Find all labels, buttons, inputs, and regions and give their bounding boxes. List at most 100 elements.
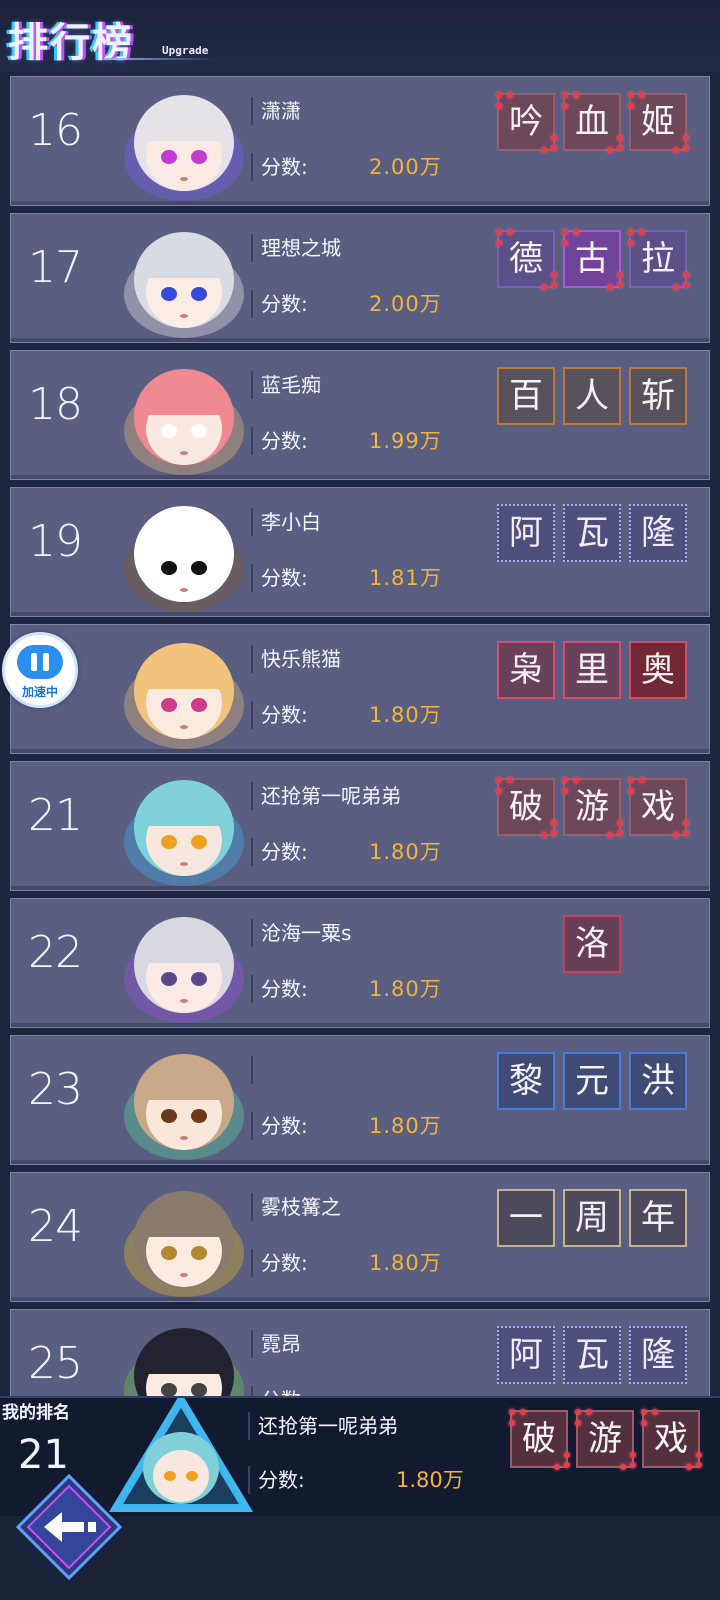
title-badge: 游 (562, 777, 623, 838)
back-button[interactable] (14, 1472, 124, 1582)
leaderboard-row[interactable]: 22 沧海一粟s 分数: 1.80万 洛 (10, 898, 710, 1028)
title-badges: 百人斩 (497, 367, 687, 427)
badge-dot (617, 135, 623, 141)
rank-number: 21 (28, 790, 83, 841)
rank-number: 18 (28, 379, 83, 430)
title-badge: 破 (496, 777, 557, 838)
title-badge: 斩 (629, 367, 687, 425)
title-badges: 黎元洪 (497, 1052, 687, 1112)
player-name: 还抢第一呢弟弟 (251, 782, 401, 810)
badge-dot (617, 820, 623, 826)
badge-dot (683, 272, 689, 278)
player-avatar (99, 216, 269, 340)
badge-dot (641, 1409, 647, 1415)
leaderboard-list[interactable]: 16 潇潇 分数: 2.00万吟血姬 17 理想之城 分数: 2.00万德古拉 18 蓝毛痴 分数:… (0, 72, 720, 1396)
score-label: 分数: (251, 701, 308, 729)
badge-dot (551, 830, 557, 836)
badge-dot (551, 145, 557, 151)
badge-dot (683, 282, 689, 288)
player-avatar (99, 1312, 269, 1396)
badge-dot (507, 229, 513, 235)
rank-number: 23 (28, 1064, 83, 1115)
badge-dot (628, 788, 634, 794)
title-badge: 里 (563, 641, 621, 699)
title-badge: 枭 (497, 641, 555, 699)
my-score-value: 1.80万 (396, 1468, 464, 1492)
title-badge: 血 (562, 92, 623, 153)
badge-dot (496, 788, 502, 794)
title-badge: 吟 (496, 92, 557, 153)
player-name: 李小白 (251, 508, 321, 536)
badge-dot (496, 777, 502, 783)
my-title-badges: 破游戏 (509, 1409, 702, 1470)
score-label: 分数: (251, 975, 308, 1003)
badge-dot (562, 240, 568, 246)
score-value: 1.80万 (369, 1114, 442, 1138)
title-badge: 瓦 (563, 504, 621, 562)
leaderboard-row[interactable]: 24 雾枝篝之 分数: 1.80万 一周年 (10, 1172, 710, 1302)
title-badge: 洛 (563, 915, 621, 973)
player-avatar (99, 1038, 269, 1162)
badge-dot (630, 1462, 636, 1468)
leaderboard-row[interactable]: 18 蓝毛痴 分数: 1.99万 百人斩 (10, 350, 710, 480)
badge-dot (652, 1409, 658, 1415)
score-value: 1.80万 (369, 977, 442, 1001)
player-name: 蓝毛痴 (251, 371, 321, 399)
player-name: 理想之城 (251, 234, 341, 262)
score-label: 分数: (251, 153, 308, 181)
speed-up-label: 加速中 (21, 685, 58, 699)
badge-dot (628, 229, 634, 235)
badge-dot (686, 1464, 692, 1470)
badge-dot (673, 147, 679, 153)
player-avatar (99, 490, 269, 614)
leaderboard-row[interactable]: 25 霓昂分数: 阿瓦隆 (10, 1309, 710, 1396)
rank-number: 24 (28, 1201, 83, 1252)
leaderboard-row[interactable]: 17 理想之城 分数: 2.00万 德古拉 (10, 213, 710, 343)
badge-dot (628, 103, 634, 109)
title-badges: 德古拉 (496, 229, 689, 290)
title-badges: 洛 (563, 915, 621, 975)
my-rank-label: 我的排名 (2, 1403, 70, 1423)
my-score-label: 分数: (248, 1466, 305, 1494)
badge-dot (617, 282, 623, 288)
badge-dot (607, 832, 613, 838)
leaderboard-row[interactable]: 快乐熊猫 分数: 1.80万 枭里奥 (10, 624, 710, 754)
leaderboard-row[interactable]: 23 分数: 1.80万 黎元洪 (10, 1035, 710, 1165)
rank-number: 17 (28, 242, 83, 293)
badge-dot (496, 240, 502, 246)
title-underline (104, 58, 214, 60)
rank-number: 16 (28, 105, 83, 156)
badge-dot (683, 820, 689, 826)
player-name: 潇潇 (251, 97, 301, 125)
badge-dot (551, 272, 557, 278)
badge-dot (564, 1462, 570, 1468)
rank-number: 19 (28, 516, 83, 567)
title-badges: 枭里奥 (497, 641, 687, 701)
badge-dot (509, 1409, 515, 1415)
title-badges: 阿瓦隆 (497, 504, 687, 564)
leaderboard-row[interactable]: 16 潇潇 分数: 2.00万 吟血姬 (10, 76, 710, 206)
title-badge: 德 (496, 229, 557, 290)
badge-dot (551, 135, 557, 141)
my-title-badge: 戏 (641, 1409, 702, 1470)
score-label: 分数: (251, 838, 308, 866)
badge-dot (628, 92, 634, 98)
badge-dot (554, 1464, 560, 1470)
score-value: 2.00万 (369, 292, 442, 316)
badge-dot (575, 1420, 581, 1426)
my-player-name: 还抢第一呢弟弟 (248, 1412, 398, 1440)
title-badges: 一周年 (497, 1189, 687, 1249)
rank-number: 22 (28, 927, 83, 978)
badge-dot (509, 1420, 515, 1426)
badge-dot (683, 145, 689, 151)
badge-dot (496, 103, 502, 109)
badge-dot (607, 147, 613, 153)
leaderboard-row[interactable]: 19 李小白 分数: 1.81万 阿瓦隆 (10, 487, 710, 617)
badge-dot (683, 135, 689, 141)
speed-up-button[interactable]: 加速中 (2, 632, 78, 708)
score-label: 分数: (251, 1386, 308, 1396)
badge-dot (673, 284, 679, 290)
leaderboard-row[interactable]: 21 还抢第一呢弟弟 分数: 1.80万 破游戏 (10, 761, 710, 891)
title-badge: 阿 (497, 504, 555, 562)
badge-dot (639, 229, 645, 235)
